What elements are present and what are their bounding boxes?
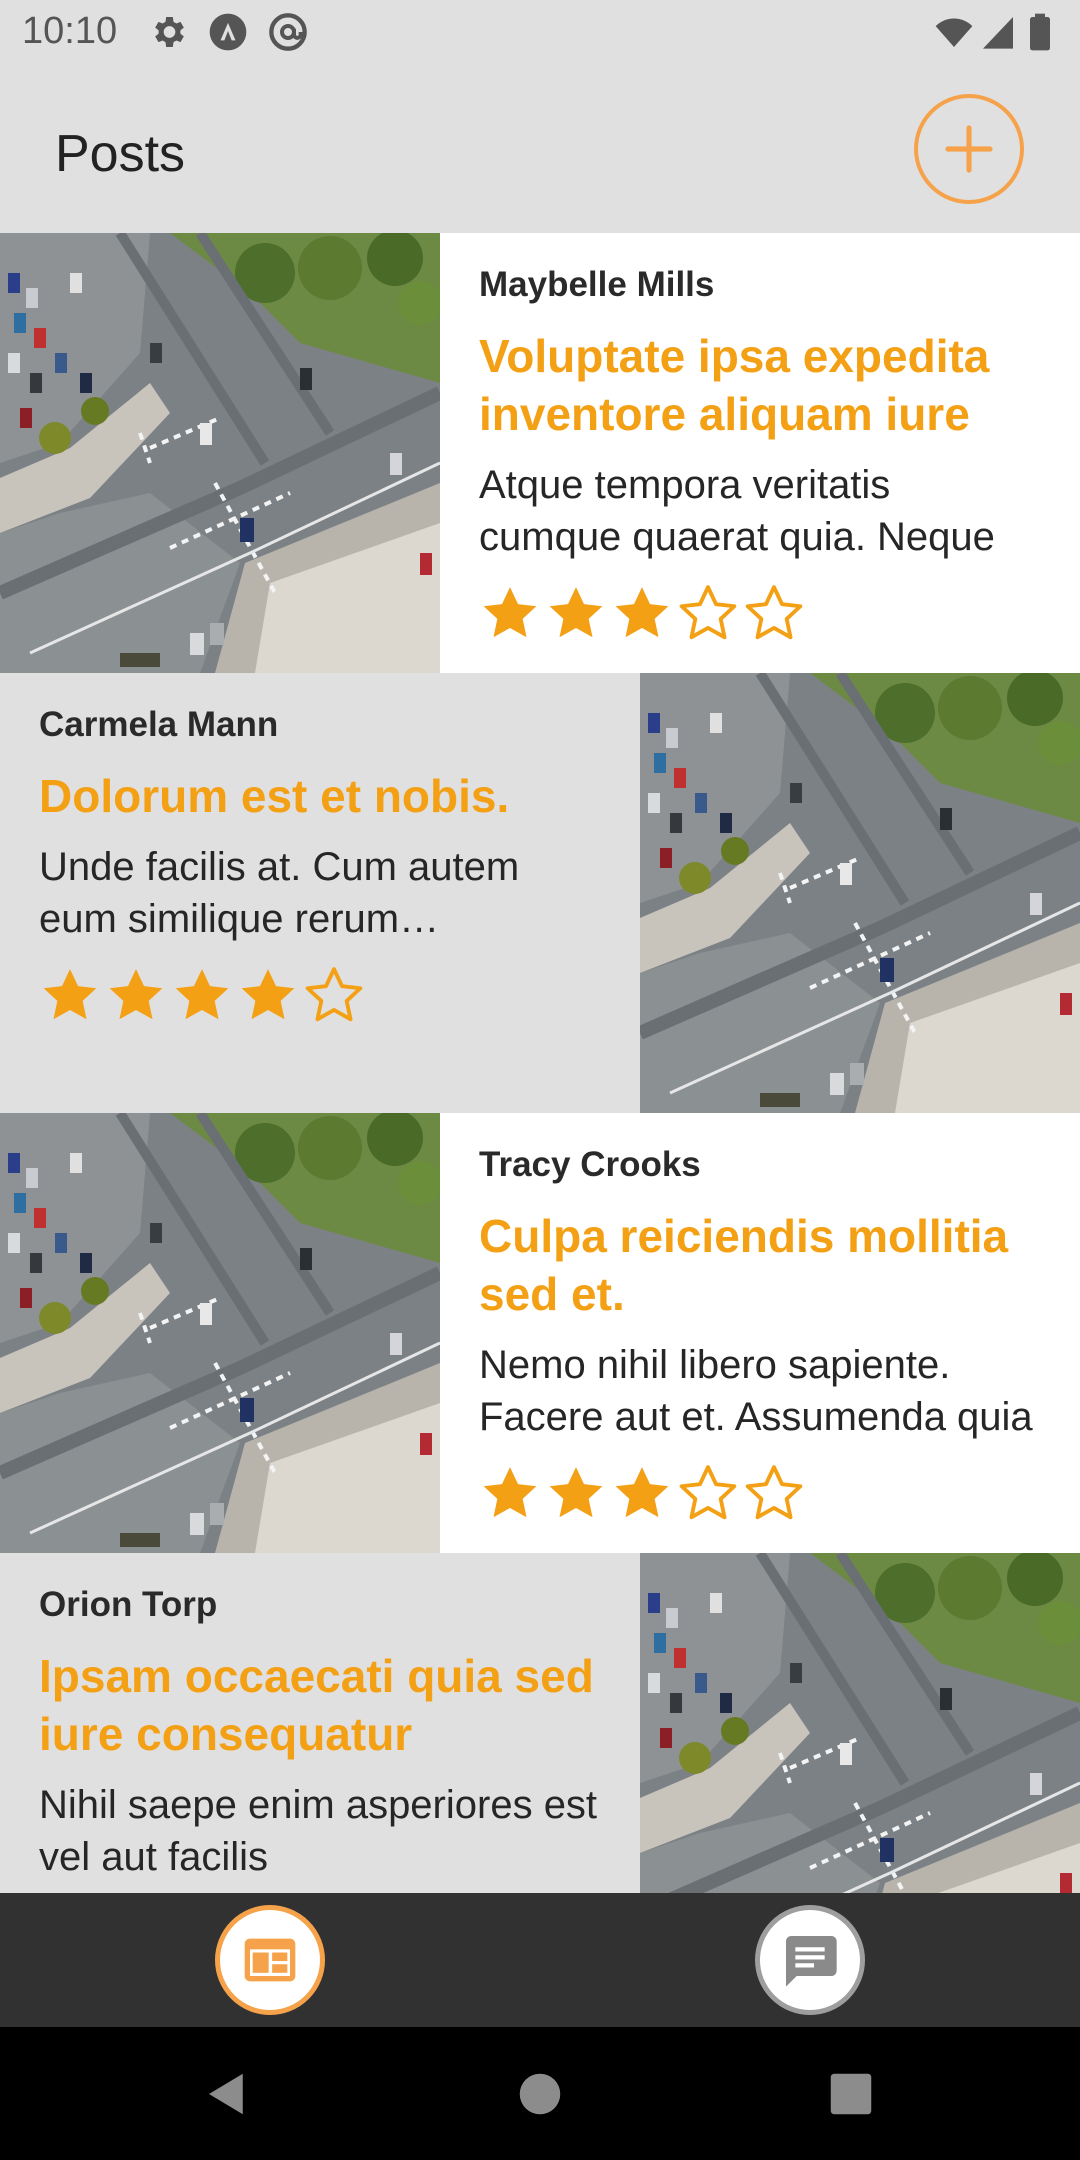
intersection-photo <box>0 233 440 673</box>
star-filled-icon <box>479 1463 545 1529</box>
battery-icon <box>1028 12 1056 52</box>
star-filled-icon <box>237 965 303 1031</box>
post-card[interactable]: Maybelle Mills Voluptate ipsa expedita i… <box>0 233 1080 673</box>
post-excerpt: Nemo nihil libero sapiente. Facere aut e… <box>479 1343 1033 1439</box>
star-filled-icon <box>105 965 171 1031</box>
star-empty-icon <box>743 1463 809 1529</box>
star-empty-icon <box>303 965 369 1031</box>
post-author: Tracy Crooks <box>479 1145 701 1184</box>
post-card[interactable]: Tracy Crooks Culpa reiciendis mollitia s… <box>0 1113 1080 1553</box>
post-title: Voluptate ipsa expedita inventore aliqua… <box>479 330 990 440</box>
star-empty-icon <box>677 583 743 649</box>
post-excerpt: Atque tempora veritatis cumque quaerat q… <box>479 463 995 559</box>
post-image <box>640 673 1080 1113</box>
back-icon[interactable] <box>200 2067 254 2121</box>
star-filled-icon <box>545 1463 611 1529</box>
a-badge-icon <box>208 12 248 52</box>
post-title: Culpa reiciendis mollitia sed et. <box>479 1210 1009 1320</box>
post-author: Maybelle Mills <box>479 265 715 304</box>
post-excerpt: Unde facilis at. Cum autem eum similique… <box>39 845 520 941</box>
star-filled-icon <box>545 583 611 649</box>
post-title: Ipsam occaecati quia sed iure consequatu… <box>39 1650 594 1760</box>
wifi-icon <box>934 12 974 52</box>
nav-posts-button[interactable] <box>215 1905 325 2015</box>
bottom-navigation <box>0 1893 1080 2027</box>
star-filled-icon <box>479 583 545 649</box>
star-filled-icon <box>611 1463 677 1529</box>
add-post-button[interactable] <box>914 94 1024 204</box>
star-rating <box>479 583 809 649</box>
chat-bubble-icon <box>786 1936 837 1987</box>
plus-icon <box>945 125 993 173</box>
post-card[interactable]: Carmela Mann Dolorum est et nobis. Unde … <box>0 673 1080 1113</box>
star-filled-icon <box>171 965 237 1031</box>
post-image <box>0 1113 440 1553</box>
star-rating <box>39 965 369 1031</box>
star-empty-icon <box>677 1463 743 1529</box>
post-excerpt: Nihil saepe enim asperiores est vel aut … <box>39 1783 598 1879</box>
page-title: Posts <box>55 125 186 183</box>
home-icon[interactable] <box>513 2067 567 2121</box>
recents-icon[interactable] <box>824 2067 878 2121</box>
intersection-photo <box>0 1113 440 1553</box>
star-filled-icon <box>39 965 105 1031</box>
star-filled-icon <box>611 583 677 649</box>
post-author: Carmela Mann <box>39 705 279 744</box>
signal-icon <box>978 12 1018 52</box>
star-empty-icon <box>743 583 809 649</box>
status-bar: 10:10 <box>0 0 1080 66</box>
system-navigation <box>0 2027 1080 2160</box>
post-title: Dolorum est et nobis. <box>39 770 510 822</box>
app-header: Posts <box>0 66 1080 233</box>
posts-feed-icon <box>244 1938 296 1982</box>
star-rating <box>479 1463 809 1529</box>
post-image <box>0 233 440 673</box>
status-time: 10:10 <box>22 10 118 52</box>
nav-chat-button[interactable] <box>755 1905 865 2015</box>
at-sign-icon <box>268 12 308 52</box>
post-author: Orion Torp <box>39 1585 218 1624</box>
intersection-photo <box>640 673 1080 1113</box>
gear-icon <box>148 12 188 52</box>
